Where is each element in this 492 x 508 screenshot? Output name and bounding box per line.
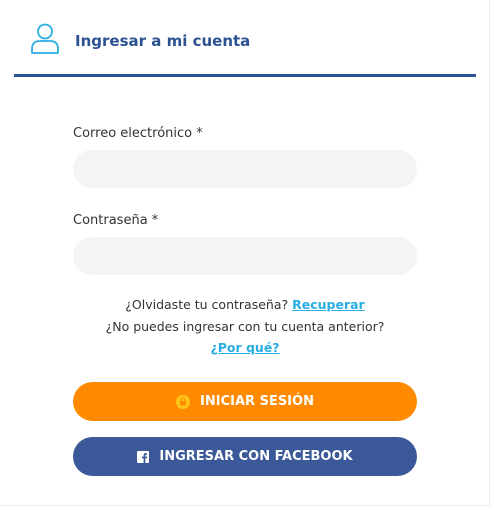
forgot-password-text: ¿Olvidaste tu contraseña?: [125, 297, 289, 312]
facebook-button-label: INGRESAR CON FACEBOOK: [159, 449, 353, 464]
facebook-icon: [137, 450, 150, 463]
email-label: Correo electrónico *: [73, 126, 203, 141]
forgot-password-line: ¿Olvidaste tu contraseña? Recuperar: [73, 297, 417, 312]
email-field[interactable]: [73, 150, 417, 188]
login-card: Ingresar a mi cuenta Correo electrónico …: [0, 0, 490, 506]
password-label: Contraseña *: [73, 213, 159, 228]
recover-link[interactable]: Recuperar: [292, 297, 365, 312]
login-header: Ingresar a mi cuenta: [14, 16, 476, 77]
why-link-line: ¿Por qué?: [73, 340, 417, 355]
page-title: Ingresar a mi cuenta: [75, 32, 251, 50]
password-field[interactable]: [73, 237, 417, 275]
why-link[interactable]: ¿Por qué?: [210, 340, 279, 355]
user-icon: [31, 23, 59, 54]
facebook-login-button[interactable]: INGRESAR CON FACEBOOK: [73, 437, 417, 476]
old-account-text: ¿No puedes ingresar con tu cuenta anteri…: [105, 319, 385, 334]
login-button[interactable]: INICIAR SESIÓN: [73, 382, 417, 421]
lock-icon: [176, 394, 191, 409]
login-button-label: INICIAR SESIÓN: [200, 394, 314, 409]
